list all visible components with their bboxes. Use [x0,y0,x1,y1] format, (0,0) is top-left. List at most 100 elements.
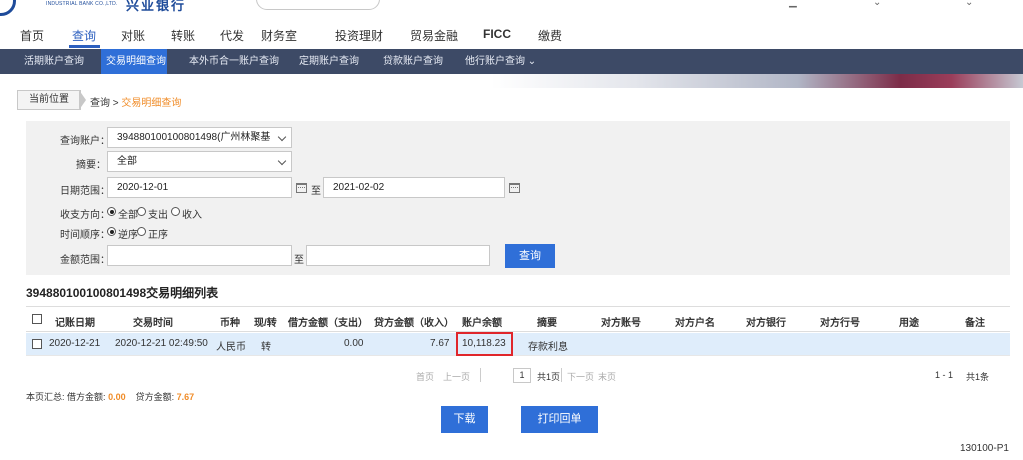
subnav-other-bank-label: 他行账户查询 [465,56,525,67]
order-desc-radio[interactable] [107,227,116,236]
summary-debit-label: 借方金额: [67,392,106,402]
table-header: 记账日期 交易时间 币种 现/转 借方金额（支出） 贷方金额（收入） 账户余额 … [26,306,1010,332]
calendar-icon[interactable] [509,183,520,193]
col-post-date: 记账日期 [55,318,95,329]
amount-to-input[interactable] [306,245,490,266]
query-button[interactable]: 查询 [505,244,555,268]
main-nav: 首页 查询 对账 转账 代发 财务室 投资理财 贸易金融 FICC 缴费 [0,18,1023,49]
calendar-icon[interactable] [296,183,307,193]
chevron-down-icon [277,132,287,142]
col-counter-bank-no: 对方行号 [820,318,860,329]
amount-to-separator: 至 [294,255,304,266]
bank-name-cn: 兴业银行 [126,0,187,13]
nav-query[interactable]: 查询 [72,27,96,44]
pager-prev[interactable]: 上一页 [443,370,470,383]
account-select-value: 394880100100801498(广州林聚基 [117,132,271,143]
summary-credit-label: 贷方金额: [135,392,175,402]
date-range-label: 日期范围： [60,186,110,197]
col-remark: 备注 [965,318,985,329]
page-summary: 本页汇总: 借方金额: 0.00 贷方金额: 7.67 [26,390,194,403]
pager-divider [561,368,562,382]
breadcrumb-path: 查询 > 交易明细查询 [90,94,181,109]
breadcrumb-label: 当前位置 [17,90,81,110]
summary-label: 本页汇总: [26,392,65,402]
direction-all-label[interactable]: 全部 [118,206,138,221]
pager-range: 1 - 1 [935,370,954,380]
date-to-value: 2021-02-02 [333,182,385,193]
cell-currency: 人民币 [216,342,246,353]
summary-select-value: 全部 [117,156,137,167]
chevron-down-icon[interactable]: ⌄ [873,0,881,8]
subnav-other-bank[interactable]: 他行账户查询 ⌄ [460,49,541,74]
date-to-input[interactable]: 2021-02-02 [323,177,505,198]
col-debit: 借方金额（支出） [288,318,368,329]
query-panel: 查询账户： 394880100100801498(广州林聚基 摘要： 全部 日期… [26,121,1010,275]
pager-first[interactable]: 首页 [416,370,434,383]
user-icon[interactable]: ▁ [789,0,797,8]
row-checkbox[interactable] [32,339,42,349]
nav-reconcile[interactable]: 对账 [121,27,145,44]
bank-logo-icon [0,0,16,16]
direction-in-label[interactable]: 收入 [182,206,202,221]
order-asc-label[interactable]: 正序 [148,226,168,241]
amount-from-input[interactable] [107,245,292,266]
pager-total-pages: 共1页 [537,372,561,382]
direction-in-radio[interactable] [171,207,180,216]
order-asc-radio[interactable] [137,227,146,236]
direction-out-radio[interactable] [137,207,146,216]
nav-home[interactable]: 首页 [20,27,44,44]
chevron-down-icon [277,156,287,166]
breadcrumb-parent[interactable]: 查询 > [90,98,121,109]
nav-payroll[interactable]: 代发 [220,27,244,44]
help-icon[interactable]: ⌄ [965,0,973,8]
pager-total: 共1条 [966,372,990,382]
table-row[interactable]: 2020-12-21 2020-12-21 02:49:50 人民币 转 0.0… [26,332,1010,356]
order-label: 时间顺序： [60,230,110,241]
pager-last[interactable]: 末页 [598,370,616,383]
pager-page-input[interactable]: 1 [513,368,531,383]
list-title: 394880100100801498交易明细列表 [26,286,219,300]
summary-select[interactable]: 全部 [107,151,292,172]
decorative-banner [0,74,1023,88]
col-balance: 账户余额 [462,318,502,329]
subnav-multi-currency[interactable]: 本外币合一账户查询 [184,49,284,74]
nav-transfer[interactable]: 转账 [171,27,195,44]
col-credit: 贷方金额（收入） [374,318,454,329]
subnav-current-account[interactable]: 活期账户查询 [19,49,89,74]
breadcrumb-arrow-icon [79,90,86,110]
balance-highlight-box [456,332,513,356]
global-search-input[interactable] [256,0,380,10]
subnav-fixed-account[interactable]: 定期账户查询 [294,49,364,74]
amount-range-label: 金额范围： [60,255,110,266]
order-desc-label[interactable]: 逆序 [118,226,138,241]
date-to-separator: 至 [311,186,321,197]
cell-cash-transfer: 转 [261,342,271,353]
download-button[interactable]: 下载 [441,406,488,433]
page-code: 130100-P1 [960,443,1009,454]
col-currency: 币种 [220,318,240,329]
direction-all-radio[interactable] [107,207,116,216]
account-select[interactable]: 394880100100801498(广州林聚基 [107,127,292,148]
col-summary: 摘要 [537,318,557,329]
date-from-input[interactable]: 2020-12-01 [107,177,292,198]
cell-debit: 0.00 [344,338,364,349]
summary-label: 摘要： [76,160,106,171]
nav-ficc[interactable]: FICC [483,27,511,41]
col-purpose: 用途 [899,318,919,329]
direction-out-label[interactable]: 支出 [148,206,168,221]
direction-label: 收支方向： [60,210,110,221]
select-all-checkbox[interactable] [32,314,42,324]
cell-post-date: 2020-12-21 [49,338,101,349]
summary-credit-value: 7.67 [176,392,195,402]
pager-divider [480,368,481,382]
nav-finance-room[interactable]: 财务室 [261,27,297,44]
nav-trade-finance[interactable]: 贸易金融 [410,27,458,44]
nav-payment[interactable]: 缴费 [538,27,562,44]
pager-next[interactable]: 下一页 [567,370,594,383]
nav-investment[interactable]: 投资理财 [335,27,383,44]
subnav-loan-account[interactable]: 贷款账户查询 [378,49,448,74]
print-receipt-button[interactable]: 打印回单 [521,406,598,433]
sub-nav: 活期账户查询 交易明细查询 本外币合一账户查询 定期账户查询 贷款账户查询 他行… [0,49,1023,74]
subnav-transaction-detail[interactable]: 交易明细查询 [101,49,167,74]
col-trans-time: 交易时间 [133,318,173,329]
